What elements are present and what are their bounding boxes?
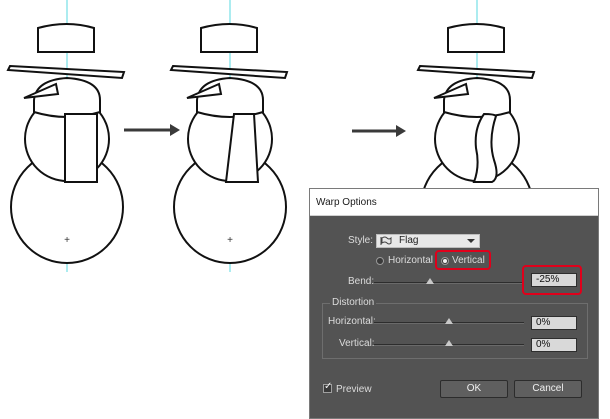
bend-slider-track[interactable]	[374, 282, 524, 284]
snowman-original	[6, 23, 126, 264]
vertical-radio-label[interactable]: Vertical	[452, 255, 485, 266]
warp-options-dialog: Warp Options Style: Flag Horizontal Vert…	[309, 188, 599, 419]
distortion-vertical-label: Vertical:	[339, 338, 375, 349]
snowman-skewed	[169, 23, 289, 264]
distortion-vertical-slider-thumb[interactable]	[445, 340, 453, 346]
style-select[interactable]: Flag	[376, 234, 480, 248]
style-label: Style:	[348, 235, 374, 246]
distortion-horizontal-input[interactable]: 0%	[531, 316, 577, 330]
distortion-horizontal-slider-thumb[interactable]	[445, 318, 453, 324]
bend-input[interactable]: -25%	[531, 273, 577, 287]
distortion-horizontal-label: Horizontal:	[328, 316, 376, 327]
chevron-down-icon	[467, 239, 475, 243]
preview-checkbox[interactable]: ✓	[323, 381, 333, 393]
distortion-vertical-input[interactable]: 0%	[531, 338, 577, 352]
arrow-right-icon	[352, 125, 406, 137]
distortion-group-label: Distortion	[330, 297, 377, 308]
cancel-button[interactable]: Cancel	[514, 380, 582, 398]
preview-label: Preview	[336, 384, 372, 395]
center-mark-2: +	[227, 235, 233, 246]
arrow-right-icon	[124, 124, 180, 136]
style-select-value: Flag	[399, 235, 419, 246]
bend-slider-thumb[interactable]	[426, 278, 435, 284]
ok-button[interactable]: OK	[440, 380, 508, 398]
checkmark-icon: ✓	[324, 381, 333, 392]
dialog-title: Warp Options	[310, 189, 598, 216]
horizontal-radio-label: Horizontal	[388, 255, 434, 266]
vertical-radio[interactable]	[441, 257, 449, 265]
bend-label: Bend:	[348, 276, 375, 287]
flag-icon	[380, 236, 392, 245]
horizontal-radio[interactable]	[376, 257, 384, 265]
center-mark-1: +	[64, 235, 70, 246]
